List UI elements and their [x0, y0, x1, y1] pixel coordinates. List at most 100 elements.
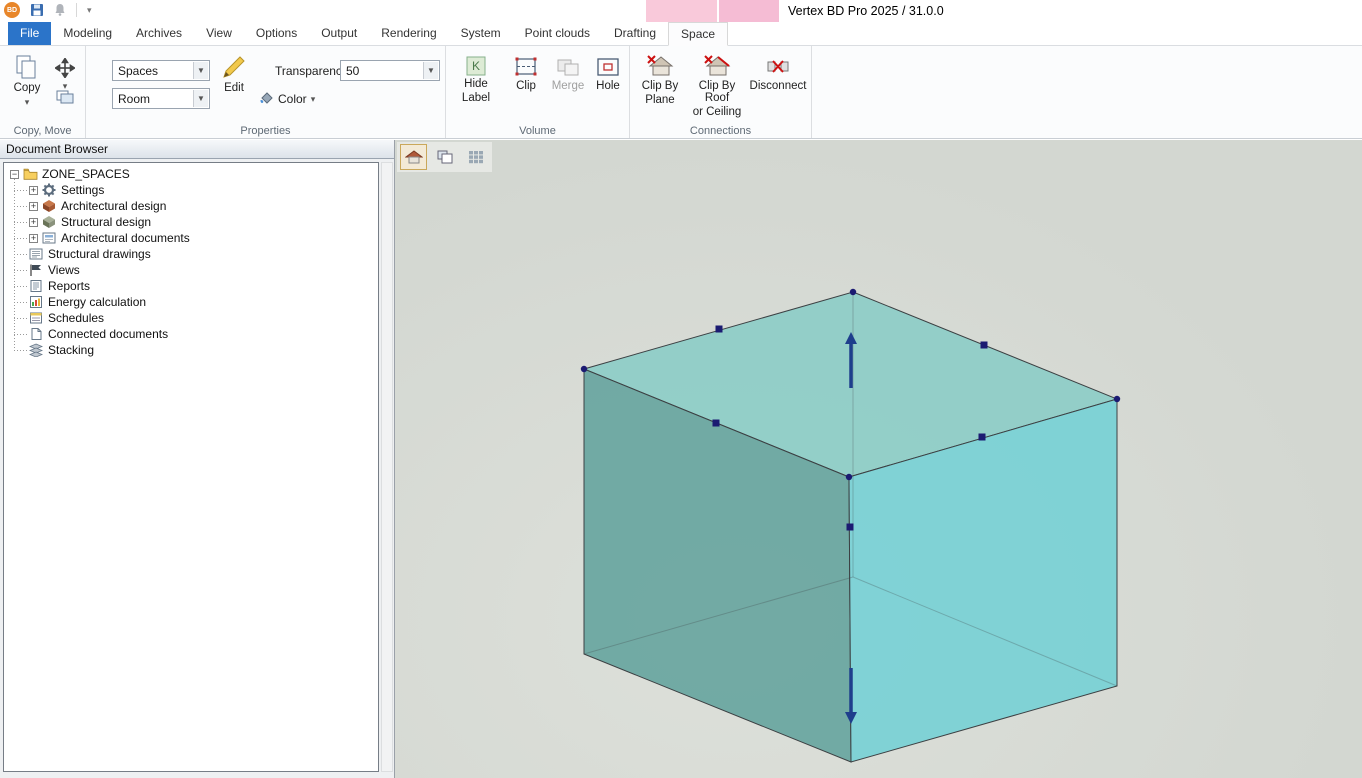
tab-options[interactable]: Options — [244, 22, 309, 45]
title-bar: BD ▾ Vertex BD Pro 2025 / 31.0.0 — [0, 0, 1362, 22]
group-label-volume: Volume — [446, 125, 629, 137]
copy-icon — [14, 54, 40, 80]
tree-item-architectural-design[interactable]: +Architectural design — [4, 198, 378, 214]
tile-windows-button[interactable] — [462, 144, 489, 170]
tree-item-label: Energy calculation — [48, 295, 146, 309]
tree-item-connected-documents[interactable]: Connected documents — [4, 326, 378, 342]
tree-item-label: Architectural documents — [61, 231, 190, 245]
clip-by-plane-line2: Plane — [645, 94, 674, 106]
vertex-handle — [581, 366, 587, 372]
clip-by-plane-button[interactable]: Clip By Plane — [634, 54, 686, 106]
tree-item-energy-calculation[interactable]: Energy calculation — [4, 294, 378, 310]
disconnect-button[interactable]: Disconnect — [748, 54, 808, 92]
hide-label-icon: K — [466, 56, 486, 76]
move-button[interactable]: ▾ — [50, 58, 80, 92]
color-caret-icon: ▾ — [311, 94, 316, 105]
hide-label-line1: Hide — [464, 78, 488, 90]
clip-button[interactable]: Clip — [508, 56, 544, 92]
edit-button-label: Edit — [224, 82, 244, 94]
struct-design-icon — [42, 215, 57, 229]
tree-expander-icon[interactable]: + — [29, 202, 38, 211]
tree-expander-icon[interactable]: + — [29, 186, 38, 195]
tree-item-label: Connected documents — [48, 327, 168, 341]
tree-item-label: Structural drawings — [48, 247, 151, 261]
tree-expander-icon[interactable]: − — [10, 170, 19, 179]
arch-docs-icon — [42, 231, 57, 245]
cascade-windows-button[interactable] — [431, 144, 458, 170]
folder-icon — [23, 167, 38, 181]
chevron-down-icon[interactable]: ▼ — [193, 62, 208, 79]
tree-item-settings[interactable]: + Settings — [4, 182, 378, 198]
tree-expander-icon[interactable]: + — [29, 234, 38, 243]
tab-point-clouds[interactable]: Point clouds — [513, 22, 602, 45]
hole-button-label: Hole — [596, 80, 620, 92]
edge-handle — [847, 524, 854, 531]
energy-icon — [29, 295, 44, 309]
floor-plan-view-button[interactable] — [400, 144, 427, 170]
hide-label-button[interactable]: K Hide Label — [452, 56, 500, 104]
edit-button[interactable]: Edit — [212, 54, 256, 94]
ribbon-group-connections: Clip By Plane Clip By Roof or Ceiling Di… — [630, 46, 812, 138]
tree-item-label: Schedules — [48, 311, 104, 325]
tree-item-label: Settings — [61, 183, 104, 197]
viewport-toolbar — [397, 142, 492, 172]
tab-modeling[interactable]: Modeling — [51, 22, 124, 45]
tree-item-stacking[interactable]: Stacking — [4, 342, 378, 358]
model-viewport[interactable] — [394, 140, 1362, 778]
contextual-tab-highlight-drafting — [646, 0, 717, 22]
tab-drafting[interactable]: Drafting — [602, 22, 668, 45]
copy-option-icon — [56, 90, 74, 104]
space-volume-3d[interactable] — [395, 140, 1362, 778]
window-title: Vertex BD Pro 2025 / 31.0.0 — [788, 0, 944, 22]
hole-icon — [596, 56, 620, 78]
bell-icon[interactable] — [54, 3, 66, 17]
tree-item-architectural-documents[interactable]: + Architectural documents — [4, 230, 378, 246]
color-button-label: Color — [278, 92, 307, 106]
chevron-down-icon[interactable]: ▼ — [193, 90, 208, 107]
space-type-dropdown[interactable]: Spaces ▼ — [112, 60, 210, 81]
tree-item-zone-spaces[interactable]: −ZONE_SPACES — [4, 166, 378, 182]
tab-file[interactable]: File — [8, 22, 51, 45]
connected-docs-icon — [29, 327, 44, 341]
tree-item-label: Structural design — [61, 215, 151, 229]
tree-item-structural-drawings[interactable]: Structural drawings — [4, 246, 378, 262]
room-dropdown[interactable]: Room ▼ — [112, 88, 210, 109]
tab-output[interactable]: Output — [309, 22, 369, 45]
stacking-icon — [29, 343, 44, 357]
tree-children: +Settings+Architectural design+Structura… — [4, 182, 378, 358]
color-button[interactable]: Color ▾ — [258, 92, 315, 106]
tab-system[interactable]: System — [449, 22, 513, 45]
merge-button[interactable]: Merge — [548, 56, 588, 92]
clip-by-roof-or-ceiling-button[interactable]: Clip By Roof or Ceiling — [686, 54, 748, 118]
tab-view[interactable]: View — [194, 22, 244, 45]
tab-rendering[interactable]: Rendering — [369, 22, 448, 45]
copy-option-button[interactable] — [50, 90, 80, 104]
save-icon[interactable] — [30, 3, 44, 17]
move-icon — [55, 58, 75, 78]
tree-item-schedules[interactable]: Schedules — [4, 310, 378, 326]
tree-item-reports[interactable]: Reports — [4, 278, 378, 294]
tab-archives[interactable]: Archives — [124, 22, 194, 45]
app-logo-icon[interactable]: BD — [4, 2, 20, 18]
clip-by-plane-line1: Clip By — [642, 80, 678, 92]
clip-icon — [514, 56, 538, 78]
tree-item-views[interactable]: Views — [4, 262, 378, 278]
transparency-label: Transparency — [275, 64, 348, 78]
room-dropdown-value: Room — [118, 92, 150, 106]
transparency-dropdown[interactable]: 50 ▼ — [340, 60, 440, 81]
tab-space[interactable]: Space — [668, 22, 728, 46]
ribbon-group-volume: K Hide Label Clip Merge Hole Volume — [446, 46, 630, 138]
chevron-down-icon[interactable]: ▼ — [423, 62, 438, 79]
clip-by-roof-icon — [703, 54, 731, 78]
hole-button[interactable]: Hole — [590, 56, 626, 92]
tree-expander-icon[interactable]: + — [29, 218, 38, 227]
document-browser-panel: Document Browser −ZONE_SPACES+Settings+A… — [0, 140, 394, 778]
merge-icon — [556, 56, 580, 78]
quick-access-toolbar: BD ▾ — [4, 2, 92, 18]
tree-item-structural-design[interactable]: + Structural design — [4, 214, 378, 230]
copy-button[interactable]: Copy ▾ — [6, 54, 48, 108]
gear-icon — [42, 183, 57, 197]
group-label-connections: Connections — [630, 125, 811, 137]
qat-customize-caret-icon[interactable]: ▾ — [87, 5, 92, 16]
tree-scrollbar[interactable] — [381, 162, 393, 772]
